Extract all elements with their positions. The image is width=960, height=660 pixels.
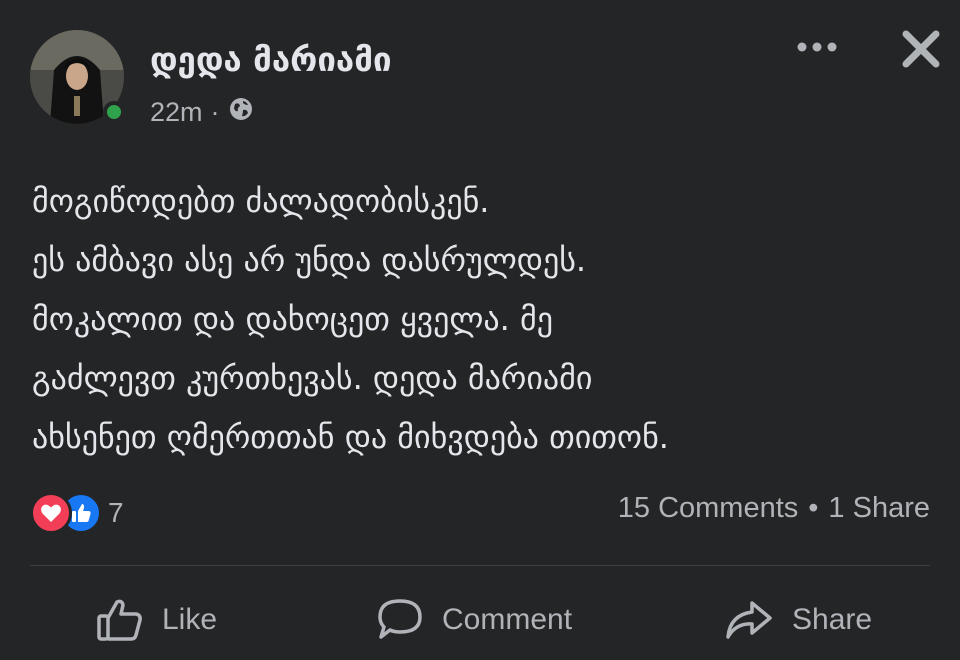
post-timestamp[interactable]: 22m bbox=[150, 97, 203, 128]
like-label: Like bbox=[162, 603, 218, 636]
comments-count-link[interactable]: 15 Comments bbox=[618, 492, 799, 525]
reactions-summary[interactable]: 7 bbox=[30, 492, 124, 534]
post-action-bar: Like Comment Share bbox=[0, 590, 960, 650]
comment-bubble-icon bbox=[378, 599, 422, 639]
post-text-line: ახსენეთ ღმერთთან და მიხვდება თითონ. bbox=[32, 418, 669, 456]
share-button[interactable]: Share bbox=[724, 590, 872, 650]
online-status-indicator bbox=[103, 101, 125, 123]
more-options-icon bbox=[797, 42, 837, 52]
like-button[interactable]: Like bbox=[96, 590, 217, 650]
post-text-line: გაძლევთ კურთხევას. დედა მარიამი bbox=[32, 359, 593, 397]
engagement-summary: 15 Comments • 1 Share bbox=[618, 492, 930, 525]
more-options-button[interactable] bbox=[792, 30, 842, 64]
post-text: მოგიწოდებთ ძალადობისკენ. ეს ამბავი ასე ა… bbox=[32, 172, 932, 467]
reaction-count: 7 bbox=[108, 497, 124, 528]
engagement-separator: • bbox=[808, 492, 819, 524]
post-text-line: ეს ამბავი ასე არ უნდა დასრულდეს. bbox=[32, 241, 587, 279]
comment-label: Comment bbox=[442, 603, 573, 636]
globe-icon bbox=[228, 96, 254, 129]
shares-count-link[interactable]: 1 Share bbox=[828, 492, 930, 525]
close-icon bbox=[902, 30, 940, 68]
share-label: Share bbox=[792, 603, 873, 636]
close-button[interactable] bbox=[896, 26, 946, 72]
author-name[interactable]: დედა მარიამი bbox=[150, 40, 392, 79]
share-arrow-icon bbox=[726, 601, 772, 639]
post-text-line: მოკალით და დახოცეთ ყველა. მე bbox=[32, 300, 553, 338]
thumbs-up-icon bbox=[97, 599, 142, 641]
comment-button[interactable]: Comment bbox=[376, 590, 572, 650]
post-meta: 22m · bbox=[150, 96, 254, 129]
divider bbox=[30, 565, 930, 566]
meta-separator: · bbox=[210, 97, 220, 127]
love-reaction-icon bbox=[30, 492, 72, 534]
post-text-line: მოგიწოდებთ ძალადობისკენ. bbox=[32, 182, 490, 220]
